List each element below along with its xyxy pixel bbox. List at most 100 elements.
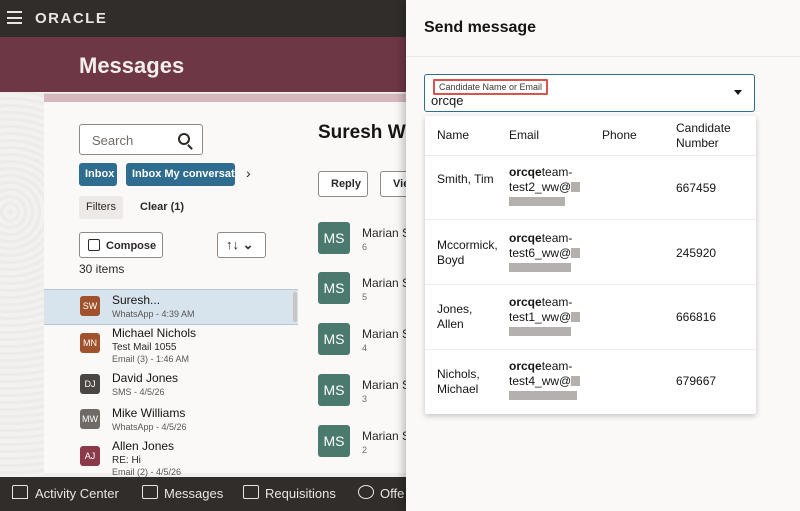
redacted-block bbox=[571, 376, 581, 386]
drawer-title: Send message bbox=[424, 19, 537, 36]
candidate-result-row[interactable]: Nichols, Michael orcqeteam-test4_ww@ 679… bbox=[425, 351, 756, 415]
inbox-icon bbox=[142, 485, 158, 499]
email-match: orcqe bbox=[509, 165, 542, 179]
list-item-sub: SMS - 4/5/26 bbox=[112, 387, 165, 397]
home-icon bbox=[12, 485, 28, 499]
hamburger-menu-icon[interactable] bbox=[7, 11, 22, 24]
list-icon bbox=[243, 485, 259, 499]
message-item[interactable]: MS Marian S 2 bbox=[318, 425, 418, 461]
nav-messages[interactable]: Messages bbox=[164, 486, 223, 501]
avatar: MS bbox=[318, 425, 350, 457]
results-header: Name Email Phone Candidate Number bbox=[425, 116, 756, 156]
column-header-email: Email bbox=[509, 128, 540, 142]
message-count: 3 bbox=[362, 394, 368, 404]
avatar: SW bbox=[80, 296, 100, 316]
redacted-block bbox=[509, 263, 571, 272]
reply-button[interactable]: Reply bbox=[318, 171, 368, 197]
avatar: MW bbox=[80, 409, 100, 429]
email-match: orcqe bbox=[509, 231, 542, 245]
message-sender: Marian S bbox=[362, 378, 411, 392]
filter-chip-inbox-my-conversation[interactable]: Inbox My conversation bbox=[126, 163, 235, 186]
candidate-name: Smith, Tim bbox=[437, 172, 494, 186]
filter-chip-inbox[interactable]: Inbox bbox=[79, 163, 117, 186]
message-item[interactable]: MS Marian S 3 bbox=[318, 374, 418, 410]
compose-button[interactable]: Compose bbox=[79, 232, 163, 258]
redacted-block bbox=[571, 312, 581, 322]
list-item-sub2: Email (3) - 1:46 AM bbox=[112, 354, 190, 364]
column-header-phone: Phone bbox=[602, 128, 637, 142]
candidate-email: orcqeteam-test1_ww@ bbox=[509, 295, 589, 336]
candidate-email: orcqeteam-test2_ww@ bbox=[509, 165, 589, 206]
list-item-sub: RE: Hi bbox=[112, 455, 141, 466]
message-sender: Marian S bbox=[362, 327, 411, 341]
list-item-sub: WhatsApp - 4/5/26 bbox=[112, 422, 187, 432]
list-item-sub2: Email (2) - 4/5/26 bbox=[112, 467, 182, 477]
candidate-number: 667459 bbox=[676, 181, 717, 195]
email-match: orcqe bbox=[509, 359, 542, 373]
list-item[interactable]: MN Michael Nichols Test Mail 1055 Email … bbox=[44, 323, 298, 367]
message-sender: Marian S bbox=[362, 429, 411, 443]
list-item[interactable]: SW Suresh... WhatsApp - 4:39 AM bbox=[44, 289, 298, 325]
compose-label: Compose bbox=[106, 240, 157, 252]
send-message-drawer: Send message Candidate Name or Email orc… bbox=[406, 0, 800, 511]
candidate-name: Nichols, Michael bbox=[437, 367, 480, 396]
chevron-right-icon[interactable]: › bbox=[246, 165, 251, 181]
candidate-search-combobox[interactable]: Candidate Name or Email orcqe bbox=[424, 74, 755, 112]
message-item[interactable]: MS Marian S 6 bbox=[318, 222, 418, 258]
list-scrollbar[interactable] bbox=[293, 292, 297, 322]
redacted-block bbox=[571, 182, 581, 192]
list-item-sub: Test Mail 1055 bbox=[112, 342, 177, 353]
filters-button[interactable]: Filters bbox=[79, 196, 123, 219]
message-count: 6 bbox=[362, 242, 368, 252]
message-sender: Marian S bbox=[362, 226, 411, 240]
nav-activity-center[interactable]: Activity Center bbox=[35, 486, 119, 501]
message-item[interactable]: MS Marian S 4 bbox=[318, 323, 418, 359]
items-count: 30 items bbox=[79, 262, 125, 276]
message-count: 4 bbox=[362, 343, 368, 353]
clear-filters-button[interactable]: Clear (1) bbox=[133, 196, 191, 219]
search-icon[interactable] bbox=[178, 133, 190, 145]
avatar: MS bbox=[318, 222, 350, 254]
candidate-email: orcqeteam-test4_ww@ bbox=[509, 359, 589, 400]
avatar: AJ bbox=[80, 446, 100, 466]
candidate-name: Jones, Allen bbox=[437, 302, 473, 331]
candidate-name: Mccormick, Boyd bbox=[437, 238, 498, 267]
list-item-name: Michael Nichols bbox=[112, 326, 197, 340]
candidate-result-row[interactable]: Smith, Tim orcqeteam-test2_ww@ 667459 bbox=[425, 156, 756, 220]
search-input[interactable]: Search bbox=[79, 124, 203, 155]
avatar: MS bbox=[318, 272, 350, 304]
candidate-result-row[interactable]: Jones, Allen orcqeteam-test1_ww@ 666816 bbox=[425, 286, 756, 350]
candidate-results-dropdown: Name Email Phone Candidate Number Smith,… bbox=[425, 116, 756, 414]
message-sender: Marian S bbox=[362, 276, 411, 290]
offers-icon bbox=[358, 485, 374, 499]
search-placeholder: Search bbox=[92, 133, 134, 148]
oracle-logo: ORACLE bbox=[35, 10, 108, 27]
list-item-name: Allen Jones bbox=[112, 439, 175, 453]
candidate-email: orcqeteam-test6_ww@ bbox=[509, 231, 589, 272]
list-item-sub: WhatsApp - 4:39 AM bbox=[112, 309, 195, 319]
message-count: 2 bbox=[362, 445, 368, 455]
dropdown-caret-icon[interactable] bbox=[734, 90, 742, 95]
sort-icon: ↑↓ bbox=[226, 237, 239, 252]
sort-button[interactable]: ↑↓ ⌄ bbox=[217, 232, 266, 258]
candidate-number: 666816 bbox=[676, 310, 717, 324]
candidate-result-row[interactable]: Mccormick, Boyd orcqeteam-test6_ww@ 2459… bbox=[425, 221, 756, 285]
redacted-block bbox=[509, 327, 571, 336]
nav-offers[interactable]: Offe bbox=[380, 486, 404, 501]
nav-requisitions[interactable]: Requisitions bbox=[265, 486, 336, 501]
redacted-block bbox=[509, 197, 565, 206]
list-item[interactable]: DJ David Jones SMS - 4/5/26 bbox=[44, 368, 298, 404]
conversation-title: Suresh W bbox=[318, 122, 406, 143]
avatar: MS bbox=[318, 323, 350, 355]
list-item[interactable]: AJ Allen Jones RE: Hi Email (2) - 4/5/26 bbox=[44, 436, 298, 477]
candidate-search-input[interactable]: orcqe bbox=[431, 93, 464, 108]
list-item[interactable]: MW Mike Williams WhatsApp - 4/5/26 bbox=[44, 403, 298, 439]
message-item[interactable]: MS Marian S 5 bbox=[318, 272, 418, 308]
page-title: Messages bbox=[79, 53, 185, 78]
candidate-number: 679667 bbox=[676, 374, 717, 388]
list-item-name: David Jones bbox=[112, 371, 179, 385]
redacted-block bbox=[509, 391, 577, 400]
candidate-number: 245920 bbox=[676, 246, 717, 260]
column-header-name: Name bbox=[437, 128, 470, 142]
list-item-name: Suresh... bbox=[112, 293, 161, 307]
